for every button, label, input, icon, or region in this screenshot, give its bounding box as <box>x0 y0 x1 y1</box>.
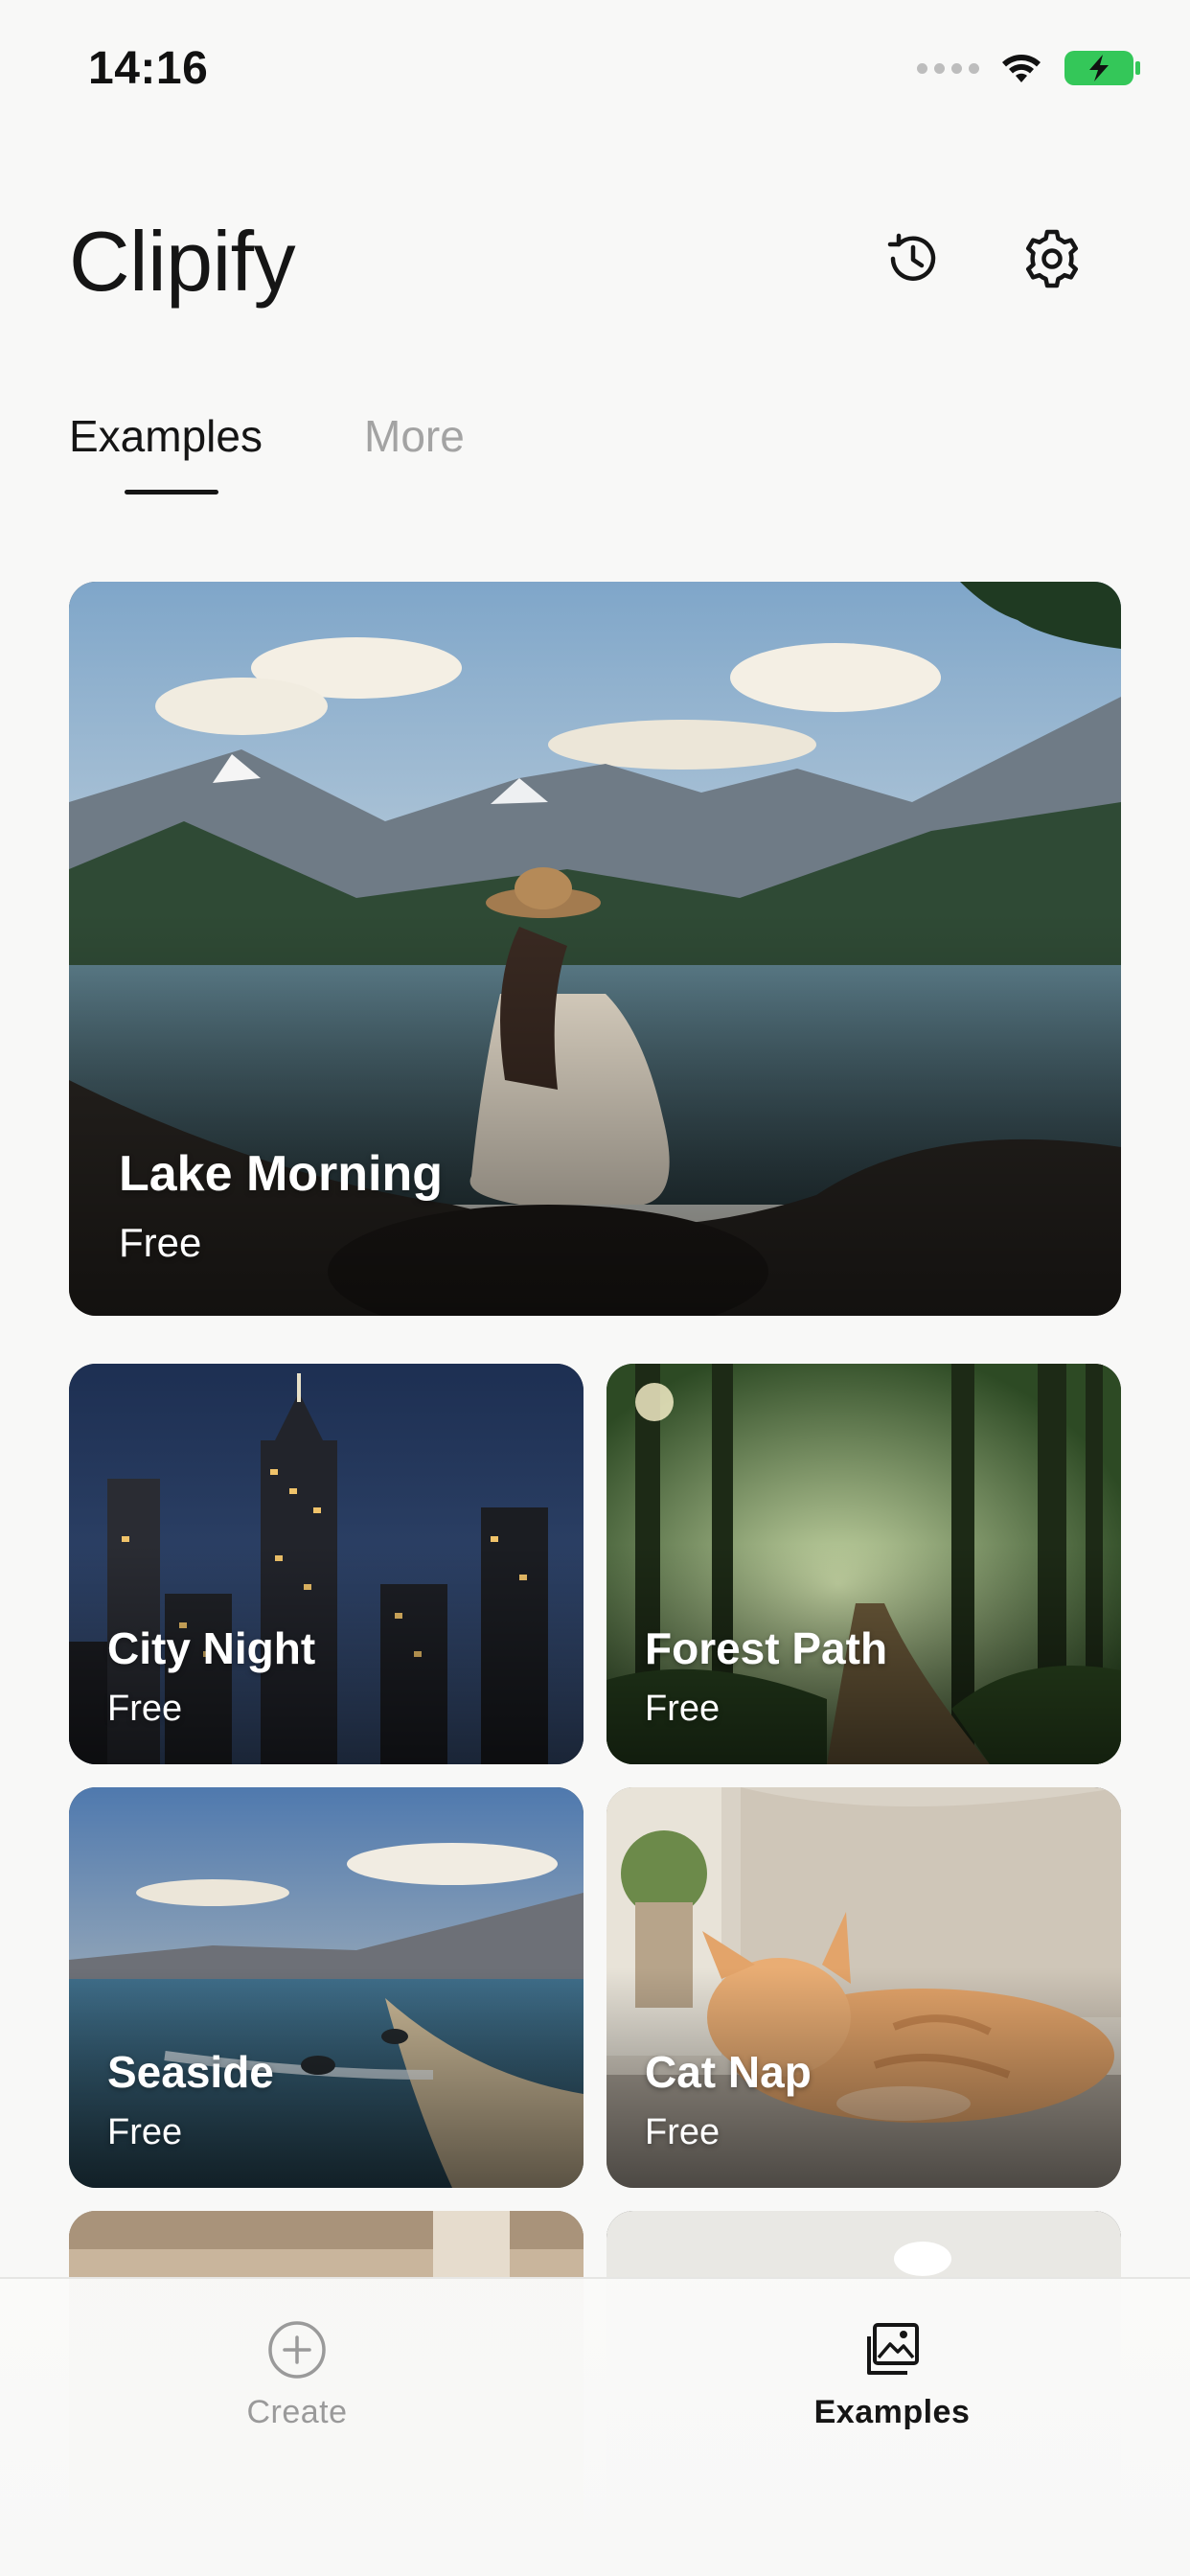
example-card-seaside[interactable]: Seaside Free <box>69 1787 584 2188</box>
card-price: Free <box>119 1220 202 1265</box>
photo-gallery-icon <box>867 2323 919 2375</box>
wifi-icon <box>1002 55 1041 82</box>
example-card-city-night[interactable]: City Night Free <box>69 1364 584 1764</box>
active-tab-indicator <box>125 490 218 494</box>
status-icons <box>917 50 1142 86</box>
card-gradient <box>69 911 1121 1316</box>
plus-circle-icon <box>268 2321 326 2379</box>
card-title: Forest Path <box>645 1623 888 1673</box>
card-title: Cat Nap <box>645 2047 812 2097</box>
nav-examples[interactable]: Examples <box>748 2319 1036 2431</box>
featured-card-lake-morning[interactable]: Lake Morning Free <box>69 582 1121 1316</box>
history-icon <box>887 233 936 281</box>
settings-button[interactable] <box>1014 220 1090 297</box>
history-button[interactable] <box>875 220 951 297</box>
bottom-navigation: Create Examples <box>0 2277 1190 2576</box>
card-title: Lake Morning <box>119 1146 444 1202</box>
nav-create[interactable]: Create <box>153 2319 441 2431</box>
tab-examples[interactable]: Examples <box>69 410 263 462</box>
status-time: 14:16 <box>88 43 209 94</box>
card-title: Seaside <box>107 2047 274 2097</box>
card-price: Free <box>107 1689 183 1729</box>
example-card-cat-nap[interactable]: Cat Nap Free <box>606 1787 1121 2188</box>
card-title: City Night <box>107 1623 316 1673</box>
gear-icon <box>1025 229 1079 288</box>
card-price: Free <box>107 2112 183 2152</box>
example-card-forest-path[interactable]: Forest Path Free <box>606 1364 1121 1764</box>
nav-create-label: Create <box>246 2394 348 2430</box>
app-title: Clipify <box>69 214 296 309</box>
signal-dots-icon <box>917 62 979 74</box>
nav-examples-label: Examples <box>813 2394 971 2430</box>
card-price: Free <box>645 1689 721 1729</box>
card-price: Free <box>645 2112 721 2152</box>
battery-charging-icon <box>1064 51 1140 85</box>
tab-more[interactable]: More <box>364 410 465 462</box>
status-bar: 14:16 <box>0 0 1190 144</box>
